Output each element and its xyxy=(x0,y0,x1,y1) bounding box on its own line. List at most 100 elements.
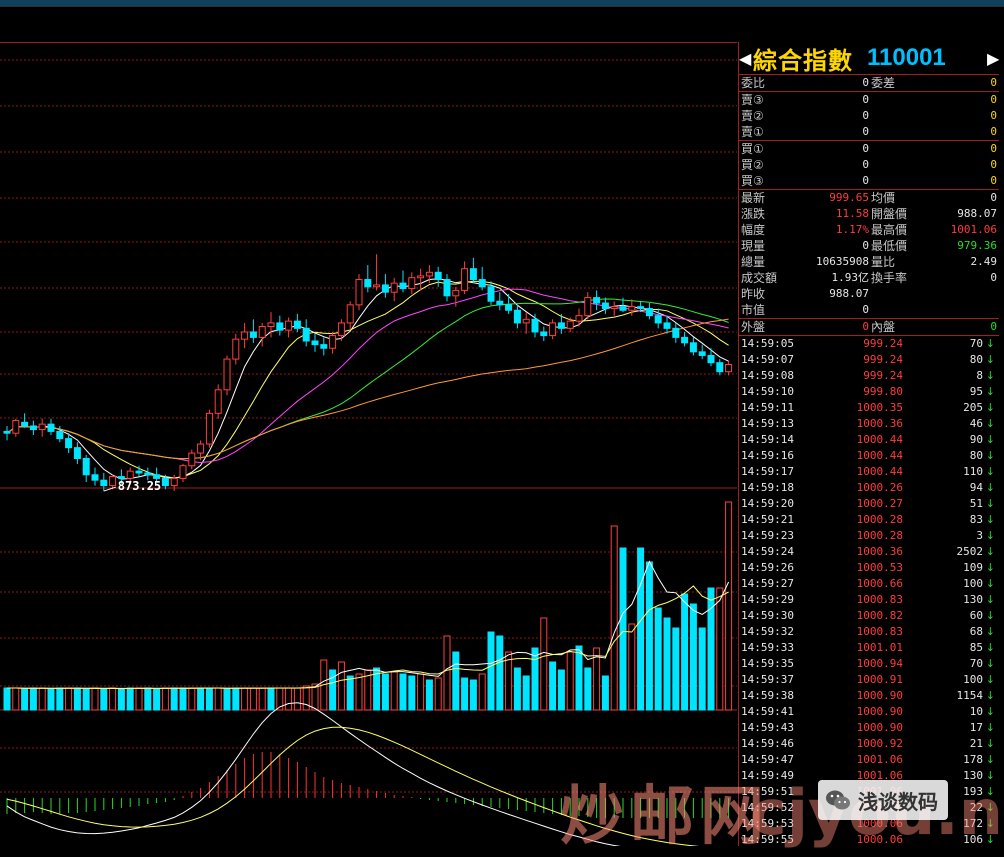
stat-label: 委差 xyxy=(871,76,896,90)
down-arrow-icon: ↓ xyxy=(985,433,995,446)
trade-time: 14:59:20 xyxy=(741,497,794,510)
volume-bar xyxy=(56,687,64,711)
trade-row: 14:59:32 1000.83 68 ↓ xyxy=(739,624,999,640)
watermark-text: 炒邮网 xyxy=(560,780,770,854)
volume-bar xyxy=(346,675,354,711)
stat-value: 1.93亿 xyxy=(831,271,870,284)
volume-bar xyxy=(188,687,196,711)
trade-volume: 2502 xyxy=(956,545,984,558)
volume-bar xyxy=(408,675,416,711)
prev-stock-arrow-icon[interactable]: ◀ xyxy=(739,49,751,68)
volume-bar xyxy=(716,587,724,711)
volume-bar xyxy=(258,687,266,711)
trade-price: 1000.44 xyxy=(856,433,903,446)
down-arrow-icon: ↓ xyxy=(985,545,995,558)
trade-row: 14:59:37 1000.91 100 ↓ xyxy=(739,672,999,688)
trade-price: 1001.01 xyxy=(856,641,903,654)
min-price-label: 873.25 xyxy=(118,479,161,493)
candle-body xyxy=(258,326,266,338)
volume-bar xyxy=(21,688,29,711)
buy-order-row: 買③ 0 0 xyxy=(739,173,999,189)
order-ratio-row: 委比 0 委差 0 xyxy=(739,75,999,91)
candle-body xyxy=(496,300,504,306)
trade-price: 1001.06 xyxy=(856,753,903,766)
outer-inner-section: 外盤 0 內盤 0 xyxy=(739,319,999,336)
candle-body xyxy=(610,306,618,309)
ma30-line xyxy=(6,298,729,460)
stat-value: 0 xyxy=(990,76,997,89)
trade-row: 14:59:08 999.24 8 ↓ xyxy=(739,368,999,384)
candle-body xyxy=(302,327,310,342)
trade-price: 1000.36 xyxy=(856,545,903,558)
down-arrow-icon: ↓ xyxy=(985,561,995,574)
volume-bar xyxy=(513,667,521,711)
trade-volume: 205 xyxy=(963,401,983,414)
volume-bar xyxy=(355,673,363,711)
stat-label: 總量 xyxy=(741,255,766,269)
trade-price: 1000.91 xyxy=(856,673,903,686)
candle-body xyxy=(38,423,46,431)
candle-body xyxy=(452,289,460,297)
stat-label: 委比 xyxy=(741,76,766,90)
stat-label: 幅度 xyxy=(741,223,766,237)
volume-bar xyxy=(637,547,645,711)
down-arrow-icon: ↓ xyxy=(985,625,995,638)
candle-body xyxy=(82,458,90,476)
candle-body xyxy=(337,322,345,337)
stat-label: 最高價 xyxy=(871,223,908,237)
trade-time: 14:59:46 xyxy=(741,737,794,750)
stat-value: 0 xyxy=(862,76,869,89)
candle-body xyxy=(469,268,477,281)
index-code: 110001 xyxy=(867,44,946,71)
trade-price: 1000.26 xyxy=(856,481,903,494)
buy-order-label: 買① xyxy=(741,142,764,156)
volume-bar xyxy=(434,677,442,711)
kline-chart[interactable]: 873.25 xyxy=(0,42,737,846)
stat-value: 0 xyxy=(862,239,869,252)
stat-row: 最新 999.65 均價 0 xyxy=(739,190,999,206)
candle-body xyxy=(381,284,389,293)
trade-time: 14:59:10 xyxy=(741,385,794,398)
watermark-badge: 浅谈数码 xyxy=(818,780,948,820)
candle-body xyxy=(3,430,11,434)
volume-bar xyxy=(249,687,257,711)
candle-body xyxy=(364,279,372,288)
trade-price: 1000.90 xyxy=(856,721,903,734)
candle-body xyxy=(126,470,134,479)
down-arrow-icon: ↓ xyxy=(985,753,995,766)
candle-body xyxy=(698,351,706,356)
candle-body xyxy=(637,306,645,309)
next-stock-arrow-icon[interactable]: ▶ xyxy=(987,49,999,68)
candle-body xyxy=(417,275,425,279)
stat-row: 市值 0 xyxy=(739,302,999,318)
candle-body xyxy=(293,320,301,329)
trade-volume: 100 xyxy=(963,577,983,590)
candle-body xyxy=(549,322,557,337)
candle-body xyxy=(12,420,20,434)
trade-time: 14:59:17 xyxy=(741,465,794,478)
candle-body xyxy=(522,318,530,324)
wechat-icon xyxy=(826,790,850,810)
watermark-badge-text: 浅谈数码 xyxy=(858,789,938,814)
trade-time: 14:59:32 xyxy=(741,625,794,638)
volume-bar xyxy=(302,685,310,711)
stat-value: 11.58 xyxy=(835,207,869,220)
kline-chart-area[interactable]: 873.25 xyxy=(0,42,737,846)
candle-body xyxy=(47,423,55,432)
candle-body xyxy=(232,338,240,360)
volume-bar xyxy=(399,673,407,711)
candle-body xyxy=(170,477,178,487)
trade-volume: 130 xyxy=(963,593,983,606)
volume-bar xyxy=(161,687,169,711)
buy-order-volume: 0 xyxy=(990,142,997,155)
sell-order-row: 賣① 0 0 xyxy=(739,124,999,140)
down-arrow-icon: ↓ xyxy=(985,609,995,622)
trade-row: 14:59:17 1000.44 110 ↓ xyxy=(739,464,999,480)
buy-order-price: 0 xyxy=(862,142,869,155)
volume-bar xyxy=(293,687,301,711)
trade-price: 999.80 xyxy=(863,385,903,398)
candle-body xyxy=(513,309,521,324)
candle-body xyxy=(557,322,565,329)
candle-body xyxy=(100,479,108,487)
trade-row: 14:59:41 1000.90 10 ↓ xyxy=(739,704,999,720)
